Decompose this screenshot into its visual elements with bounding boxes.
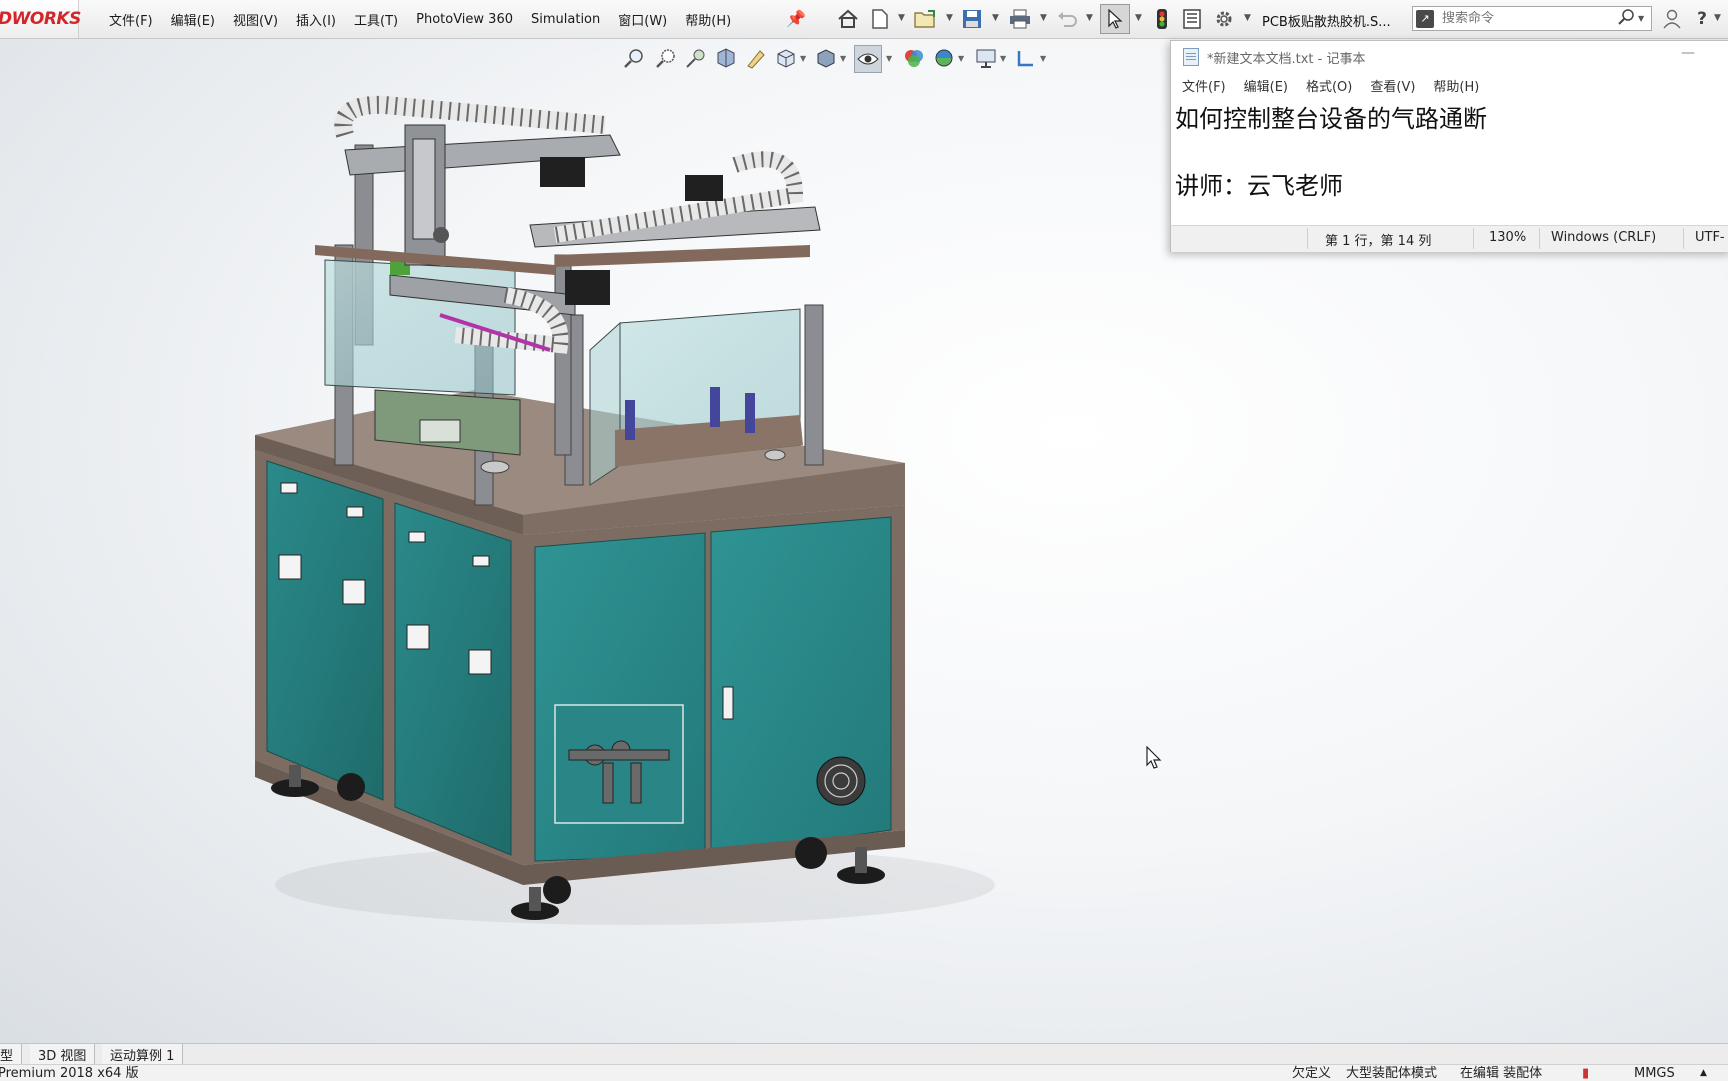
tab-motion-study-1[interactable]: 运动算例 1 <box>102 1044 184 1064</box>
minimize-icon[interactable]: — <box>1681 45 1695 61</box>
chevron-down-icon[interactable]: ▼ <box>1714 13 1721 23</box>
tab-model[interactable]: 型 <box>0 1044 23 1064</box>
view-orientation-icon[interactable] <box>774 46 798 70</box>
menu-window[interactable]: 窗口(W) <box>609 10 676 29</box>
print-icon[interactable] <box>1008 7 1032 31</box>
encoding: UTF- <box>1695 230 1725 245</box>
zoom-to-area-icon[interactable] <box>654 46 678 70</box>
previous-view-icon[interactable] <box>684 46 708 70</box>
menu-insert[interactable]: 插入(I) <box>287 10 345 29</box>
notepad-title: *新建文本文档.txt - 记事本 <box>1207 51 1366 67</box>
definition-status: 欠定义 <box>1292 1066 1332 1081</box>
notepad-menubar: 文件(F) 编辑(E) 格式(O) 查看(V) 帮助(H) <box>1171 73 1728 97</box>
solidworks-logo[interactable]: DWORKS <box>0 0 81 38</box>
product-version: Premium 2018 x64 版 <box>0 1066 139 1081</box>
chevron-down-icon[interactable]: ▼ <box>1000 54 1006 63</box>
display-style-icon[interactable] <box>814 46 838 70</box>
file-properties-icon[interactable] <box>1180 7 1204 31</box>
undo-icon[interactable] <box>1055 7 1079 31</box>
chevron-down-icon[interactable]: ▼ <box>1040 13 1047 23</box>
section-view-icon[interactable] <box>714 46 738 70</box>
apply-scene-icon[interactable] <box>932 46 956 70</box>
traffic-light-icon[interactable] <box>1150 7 1174 31</box>
cursor-position: 第 1 行，第 14 列 <box>1325 234 1432 249</box>
menu-edit[interactable]: 编辑(E) <box>162 10 224 29</box>
line-ending: Windows (CRLF) <box>1551 230 1657 245</box>
menu-file[interactable]: 文件(F) <box>100 10 162 29</box>
notepad-statusbar: 第 1 行，第 14 列 130% Windows (CRLF) UTF- <box>1171 225 1728 252</box>
notepad-menu-format[interactable]: 格式(O) <box>1297 76 1361 95</box>
chevron-down-icon[interactable]: ▼ <box>1040 54 1046 63</box>
main-menu: 文件(F) 编辑(E) 视图(V) 插入(I) 工具(T) PhotoView … <box>100 0 740 38</box>
status-divider <box>1683 228 1684 249</box>
chevron-down-icon[interactable]: ▼ <box>840 54 846 63</box>
notepad-line-1: 如何控制整台设备的气路通断 <box>1175 105 1487 133</box>
document-title: PCB板贴散热胶机.S... <box>1262 15 1391 30</box>
notepad-window[interactable]: *新建文本文档.txt - 记事本 — 文件(F) 编辑(E) 格式(O) 查看… <box>1170 40 1728 252</box>
chevron-down-icon[interactable]: ▼ <box>800 54 806 63</box>
notepad-line-3: 讲师：云飞老师 <box>1175 172 1343 200</box>
chevron-down-icon[interactable]: ▼ <box>886 54 892 63</box>
chevron-down-icon[interactable]: ▼ <box>1135 13 1142 23</box>
help-icon[interactable]: ? <box>1690 7 1714 31</box>
tab-3d-view[interactable]: 3D 视图 <box>30 1044 96 1064</box>
chevron-down-icon[interactable]: ▼ <box>958 54 964 63</box>
dynamic-annotation-icon[interactable] <box>744 46 768 70</box>
open-folder-icon[interactable] <box>914 7 938 31</box>
notepad-menu-view[interactable]: 查看(V) <box>1361 76 1424 95</box>
chevron-down-icon[interactable]: ▼ <box>992 13 999 23</box>
user-account-icon[interactable] <box>1660 7 1684 31</box>
options-gear-icon[interactable] <box>1212 7 1236 31</box>
hide-show-items-icon[interactable] <box>854 45 882 73</box>
search-icon[interactable] <box>1618 8 1636 30</box>
new-document-icon[interactable] <box>868 7 892 31</box>
notepad-menu-edit[interactable]: 编辑(E) <box>1235 76 1297 95</box>
chevron-down-icon[interactable]: ▼ <box>1244 13 1251 23</box>
menu-help[interactable]: 帮助(H) <box>676 10 740 29</box>
save-icon[interactable] <box>960 7 984 31</box>
chevron-down-icon[interactable]: ▼ <box>946 13 953 23</box>
view-settings-icon[interactable] <box>974 46 998 70</box>
menu-photoview[interactable]: PhotoView 360 <box>407 12 522 27</box>
chevron-down-icon[interactable]: ▼ <box>1638 14 1644 23</box>
bottom-tab-bar: 型 3D 视图 运动算例 1 <box>0 1043 1728 1064</box>
select-pointer-icon[interactable] <box>1100 4 1130 34</box>
chevron-up-icon[interactable]: ▲ <box>1700 1065 1707 1081</box>
status-divider <box>1307 228 1308 249</box>
notepad-titlebar[interactable]: *新建文本文档.txt - 记事本 — <box>1171 41 1728 73</box>
unit-system[interactable]: MMGS <box>1634 1065 1675 1081</box>
notepad-text-area[interactable]: 如何控制整台设备的气路通断 讲师：云飞老师 <box>1171 97 1728 223</box>
3d-sketch-view-icon[interactable] <box>1014 46 1038 70</box>
assembly-mode: 大型装配体模式 <box>1346 1066 1438 1081</box>
menu-simulation[interactable]: Simulation <box>522 12 609 27</box>
logo-text: DWORKS <box>0 9 81 29</box>
editing-status: 在编辑 装配体 <box>1460 1066 1543 1081</box>
search-commands-box[interactable]: ↗ ▼ <box>1412 6 1652 31</box>
rebuild-indicator-icon[interactable]: ▮ <box>1582 1065 1589 1081</box>
notepad-menu-help[interactable]: 帮助(H) <box>1424 76 1488 95</box>
zoom-to-fit-icon[interactable] <box>622 46 646 70</box>
notepad-icon <box>1183 48 1199 66</box>
home-icon[interactable] <box>836 7 860 31</box>
pin-icon[interactable]: 📌 <box>786 9 806 28</box>
edit-appearance-icon[interactable] <box>902 46 926 70</box>
command-icon: ↗ <box>1416 9 1434 28</box>
chevron-down-icon[interactable]: ▼ <box>1086 13 1093 23</box>
menu-view[interactable]: 视图(V) <box>224 10 287 29</box>
status-divider <box>1473 228 1474 249</box>
mouse-pointer-icon <box>1146 746 1162 769</box>
pcb-machine-3d-model[interactable] <box>255 95 1015 945</box>
search-input[interactable] <box>1440 10 1614 27</box>
status-bar: Premium 2018 x64 版 欠定义 大型装配体模式 在编辑 装配体 ▮… <box>0 1064 1728 1081</box>
chevron-down-icon[interactable]: ▼ <box>898 13 905 23</box>
status-divider <box>1539 228 1540 249</box>
menubar: DWORKS 文件(F) 编辑(E) 视图(V) 插入(I) 工具(T) Pho… <box>0 0 1728 39</box>
notepad-menu-file[interactable]: 文件(F) <box>1173 76 1235 95</box>
menu-tools[interactable]: 工具(T) <box>345 10 407 29</box>
zoom-level: 130% <box>1489 230 1527 245</box>
